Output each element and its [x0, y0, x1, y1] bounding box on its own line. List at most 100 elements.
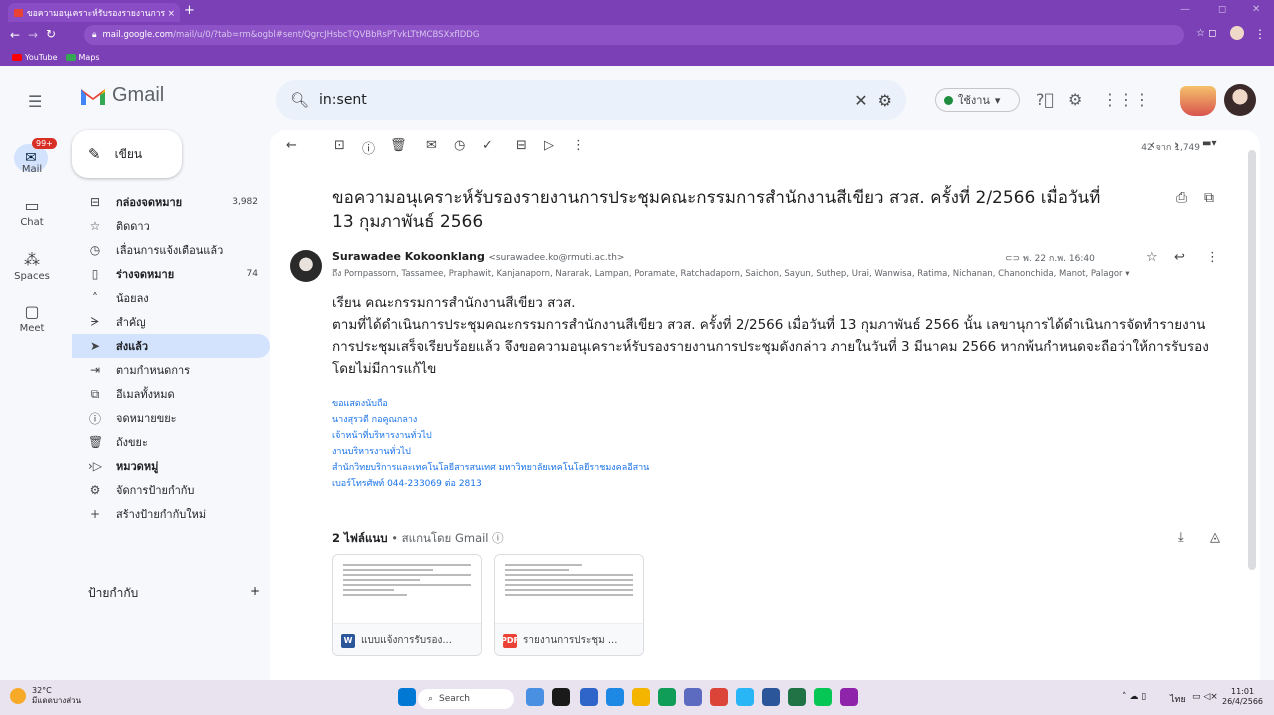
sidebar-item-inbox[interactable]: ⊟ กล่องจดหมาย 3,982 [72, 190, 270, 214]
taskbar-clock[interactable]: 11:01 26/4/2566 [1222, 687, 1263, 707]
extensions-icon[interactable]: ☆ ◻ [1196, 28, 1216, 39]
sidebar-item-categories[interactable]: ›▷ หมวดหมู่ [72, 454, 270, 478]
sidebar-item-sent[interactable]: ➤ ส่งแล้ว [72, 334, 270, 358]
settings-gear-icon[interactable]: ⚙ [1068, 90, 1082, 109]
more-actions-icon[interactable]: ⋮ [572, 138, 585, 153]
word-icon[interactable] [762, 688, 780, 706]
label-icon[interactable]: ▷ [544, 138, 554, 153]
forward-icon[interactable]: → [28, 28, 38, 42]
input-tools-icon[interactable]: ▬▾ [1202, 138, 1216, 149]
next-message-icon[interactable]: › [1174, 138, 1179, 153]
back-to-list-icon[interactable]: ← [286, 138, 297, 153]
minimize-icon[interactable]: — [1180, 4, 1190, 15]
sidebar-item-starred[interactable]: ☆ ติดดาว [72, 214, 270, 238]
teams-icon[interactable] [684, 688, 702, 706]
scrollbar[interactable] [1248, 150, 1256, 570]
app-icon[interactable] [580, 688, 598, 706]
star-message-icon[interactable]: ☆ [1146, 250, 1158, 265]
bookmark-youtube[interactable]: YouTube [12, 53, 58, 62]
apps-grid-icon[interactable]: ⋮⋮⋮ [1102, 90, 1150, 109]
sidebar-item-all-mail[interactable]: ⧉ อีเมลทั้งหมด [72, 382, 270, 406]
archive-icon[interactable]: ⊡ [334, 138, 345, 153]
sidebar-item-important[interactable]: ᗒ สำคัญ [72, 310, 270, 334]
file-explorer-icon[interactable] [632, 688, 650, 706]
weather-widget[interactable]: 32°C มีแดดบางส่วน [10, 686, 81, 706]
search-icon[interactable]: 🔍︎ [290, 91, 309, 109]
recipients-line[interactable]: ถึง Pornpassorn, Tassamee, Praphawit, Ka… [332, 266, 1192, 280]
sidebar-item-snoozed[interactable]: ◷ เลื่อนการแจ้งเตือนแล้ว [72, 238, 270, 262]
search-options-icon[interactable]: ⚙ [878, 91, 892, 110]
taskbar-search[interactable]: ⌕ Search [418, 689, 514, 709]
sender-name[interactable]: Surawadee Kokoonklang [332, 250, 485, 263]
sender-avatar[interactable] [290, 250, 322, 282]
search-bar[interactable]: 🔍︎ in:sent ✕ ⚙ [276, 80, 906, 120]
sidebar-item-scheduled[interactable]: ⇥ ตามกำหนดการ [72, 358, 270, 382]
line-icon[interactable] [814, 688, 832, 706]
report-spam-icon[interactable]: ⓘ [362, 138, 375, 157]
sidebar-item-less[interactable]: ˄ น้อยลง [72, 286, 270, 310]
sidebar-item-spam[interactable]: ⓘ จดหมายขยะ [72, 406, 270, 430]
clear-search-icon[interactable]: ✕ [854, 91, 867, 110]
sidebar-item-create-label[interactable]: + สร้างป้ายกำกับใหม่ [72, 502, 270, 526]
rail-meet[interactable]: ▢ Meet [0, 302, 64, 334]
task-view-icon[interactable] [552, 688, 570, 706]
network-sound-icon[interactable]: ▭ ◁× [1192, 692, 1218, 702]
compose-button[interactable]: ✎ เขียน [72, 130, 182, 178]
widgets-icon[interactable] [526, 688, 544, 706]
profile-avatar[interactable] [1230, 26, 1244, 40]
reply-icon[interactable]: ↩ [1174, 250, 1185, 265]
attachment-preview [333, 555, 481, 623]
maps-icon [65, 53, 76, 61]
main-menu-icon[interactable]: ☰ [28, 92, 42, 111]
new-tab-button[interactable]: + [184, 3, 195, 18]
sidebar-item-manage-labels[interactable]: ⚙ จัดการป้ายกำกับ [72, 478, 270, 502]
help-icon[interactable]: ?⃝ [1036, 90, 1054, 109]
address-bar[interactable]: 🔒︎ mail.google.com/mail/u/0/?tab=rm&ogbl… [84, 25, 1184, 45]
labels-heading: ป้ายกำกับ [88, 586, 139, 600]
rail-mail[interactable]: Mail [0, 164, 64, 175]
language-indicator[interactable]: ไทย [1170, 692, 1186, 706]
gmail-logo[interactable]: Gmail [80, 84, 164, 107]
attachment-card[interactable]: PDF รายงานการประชุม ... [494, 554, 644, 656]
open-new-window-icon[interactable]: ⧉ [1204, 190, 1214, 206]
browser-menu-icon[interactable]: ⋮ [1254, 27, 1266, 41]
search-input[interactable]: in:sent [319, 92, 844, 108]
windows-start-icon[interactable] [398, 688, 416, 706]
weather-desc: มีแดดบางส่วน [32, 696, 82, 705]
add-to-drive-icon[interactable]: ◬ [1210, 530, 1220, 545]
status-dropdown[interactable]: ใช้งาน ▾ [935, 88, 1020, 112]
message-more-icon[interactable]: ⋮ [1206, 250, 1219, 265]
download-all-icon[interactable]: ⤓ [1178, 530, 1184, 545]
rail-chat[interactable]: ▭ Chat [0, 196, 64, 228]
url-path: /mail/u/0/?tab=rm&ogbl#sent/QgrcJHsbcTQV… [173, 30, 480, 40]
app-icon[interactable] [736, 688, 754, 706]
close-window-icon[interactable]: ✕ [1252, 4, 1260, 15]
prev-message-icon[interactable]: ‹ [1150, 138, 1155, 153]
excel-icon[interactable] [788, 688, 806, 706]
print-icon[interactable]: ⎙ [1176, 190, 1187, 206]
organization-logo[interactable] [1180, 86, 1216, 116]
tray-icons[interactable]: ˄ ☁ ▯ [1122, 692, 1146, 702]
reload-icon[interactable]: ↻ [46, 27, 56, 41]
account-avatar[interactable] [1224, 84, 1256, 116]
app-icon[interactable] [606, 688, 624, 706]
add-label-button[interactable]: + [250, 584, 260, 603]
snooze-icon[interactable]: ◷ [454, 138, 465, 153]
browser-tab[interactable]: ขอความอนุเคราะห์รับรองรายงานการ × [8, 3, 180, 22]
delete-icon[interactable]: 🗑︎ [390, 138, 407, 153]
chrome-icon[interactable] [710, 688, 728, 706]
email-greeting: เรียน คณะกรรมการสำนักงานสีเขียว สวส. [332, 295, 576, 311]
maximize-icon[interactable]: ◻ [1218, 4, 1226, 15]
attachment-card[interactable]: W แบบแจ้งการรับรอง... [332, 554, 482, 656]
move-to-icon[interactable]: ⊟ [516, 138, 527, 153]
edge-icon[interactable] [658, 688, 676, 706]
sidebar-item-drafts[interactable]: ▯ ร่างจดหมาย 74 [72, 262, 270, 286]
back-icon[interactable]: ← [10, 28, 20, 42]
add-task-icon[interactable]: ✓ [482, 138, 493, 153]
chrome-profile-icon[interactable] [840, 688, 858, 706]
bookmark-maps[interactable]: Maps [65, 53, 100, 62]
rail-spaces[interactable]: ⁂ Spaces [0, 250, 64, 282]
compose-label: เขียน [114, 146, 143, 161]
mark-unread-icon[interactable]: ✉ [426, 138, 437, 153]
sidebar-item-trash[interactable]: 🗑︎ ถังขยะ [72, 430, 270, 454]
